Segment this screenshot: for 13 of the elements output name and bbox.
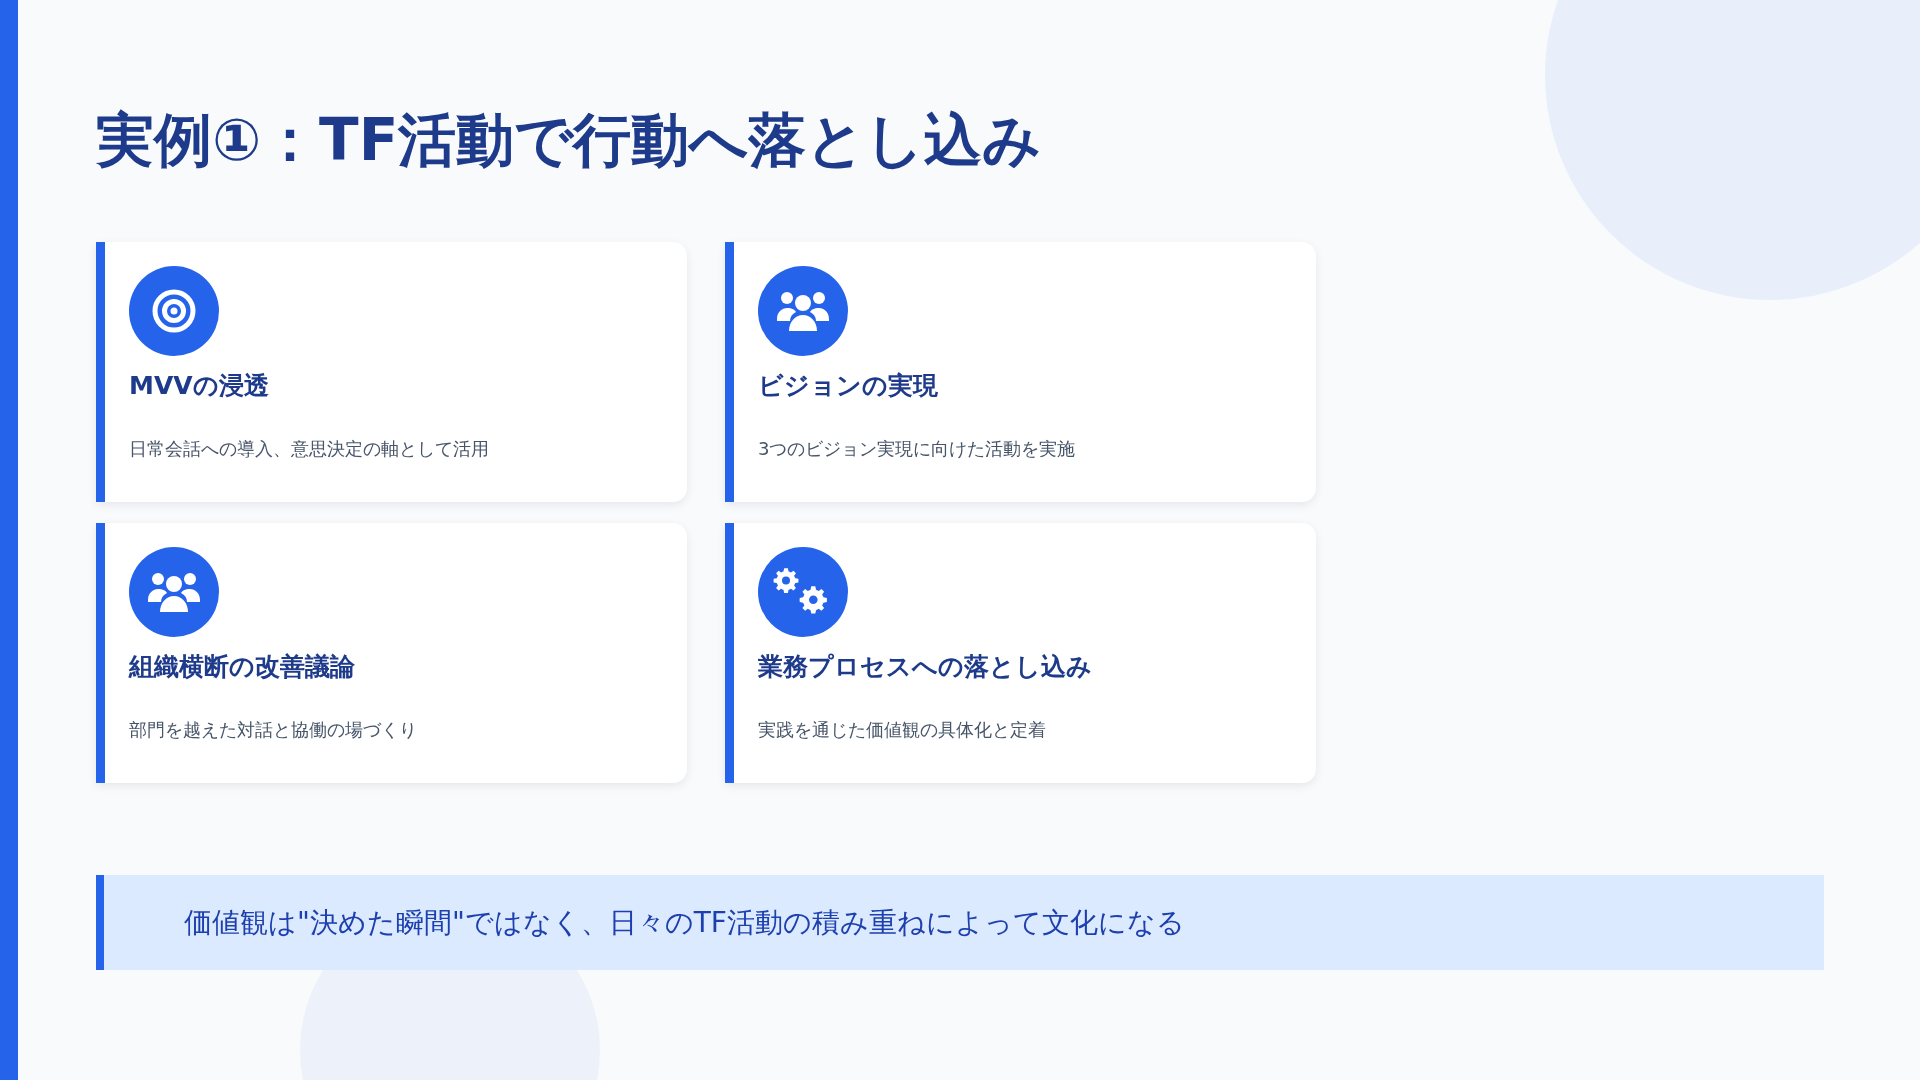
slide-title: 実例①：TF活動で行動へ落とし込み (96, 105, 1043, 176)
card-description: 日常会話への導入、意思決定の軸として活用 (129, 436, 490, 460)
banner-text: 価値観は"決めた瞬間"ではなく、日々のTF活動の積み重ねによって文化になる (184, 904, 1185, 941)
card-description: 実践を通じた価値観の具体化と定着 (758, 717, 1047, 741)
card-description: 部門を越えた対話と協働の場づくり (129, 717, 418, 741)
card-description: 3つのビジョン実現に向けた活動を実施 (758, 436, 1077, 460)
card-heading: MVVの浸透 (129, 370, 270, 402)
card-heading: 組織横断の改善議論 (129, 651, 356, 683)
people-icon (775, 289, 831, 333)
target-icon (152, 289, 196, 333)
card-heading: ビジョンの実現 (758, 370, 939, 402)
card-heading: 業務プロセスへの落とし込み (758, 651, 1093, 683)
people-icon (146, 570, 202, 614)
